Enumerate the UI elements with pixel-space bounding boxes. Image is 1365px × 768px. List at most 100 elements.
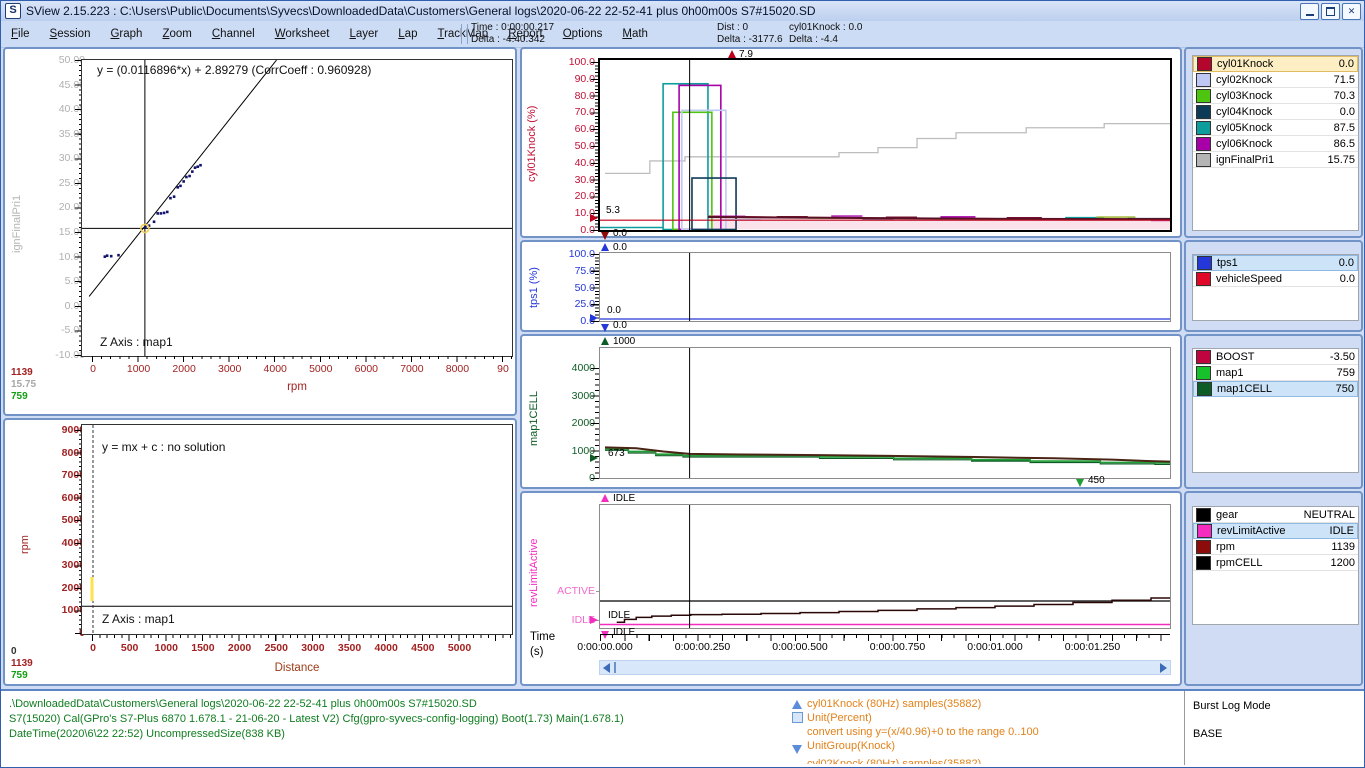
menu-lap[interactable]: Lap (388, 21, 427, 47)
channel-color-swatch (1197, 382, 1212, 396)
distance-plot-area[interactable] (81, 424, 513, 635)
tick-label: 500 (121, 642, 139, 654)
time-scrollbar[interactable] (599, 660, 1171, 675)
min-marker-icon (601, 232, 609, 240)
time-axis-title: Time (530, 631, 555, 643)
legend-row-cyl01Knock[interactable]: cyl01Knock0.0 (1193, 56, 1358, 72)
channel-value: 70.3 (1334, 90, 1355, 102)
legend-row-map1CELL[interactable]: map1CELL750 (1193, 381, 1358, 397)
map-plot-area[interactable] (599, 347, 1171, 479)
tps-y-axis-title: tps1 (%) (528, 258, 540, 318)
knock-plot-area[interactable] (598, 58, 1172, 232)
map-y-ticks: 40003000200010000 (550, 336, 595, 486)
legend-row-cyl05Knock[interactable]: cyl05Knock87.5 (1193, 120, 1358, 136)
legend-row-rpmCELL[interactable]: rpmCELL1200 (1193, 555, 1358, 571)
tick-label: 0:00:01.000 (967, 641, 1022, 653)
channel-name: BOOST (1216, 351, 1330, 363)
tps-chart-panel: 0.0 tps1 (%) 100.075.050.025.00.0 0.0 0.… (520, 240, 1182, 332)
menu-zoom[interactable]: Zoom (152, 21, 201, 47)
close-button[interactable]: ✕ (1342, 3, 1361, 20)
menu-file[interactable]: File (1, 21, 40, 47)
channel-name: map1CELL (1217, 383, 1336, 395)
channel-info-scroll-thumb[interactable] (792, 712, 803, 723)
tps-legend-panel: tps10.0vehicleSpeed0.0 (1184, 240, 1363, 332)
legend-row-tps1[interactable]: tps10.0 (1193, 255, 1358, 271)
knock-legend-panel: cyl01Knock0.0cyl02Knock71.5cyl03Knock70.… (1184, 47, 1363, 238)
menu-channel[interactable]: Channel (202, 21, 265, 47)
tick-label: 5000 (309, 363, 332, 375)
channel-name: cyl01Knock (1217, 58, 1339, 70)
status-divider (1184, 691, 1185, 765)
rev-max-marker-value: IDLE (613, 493, 635, 504)
menu-math[interactable]: Math (612, 21, 658, 47)
channel-info-line: UnitGroup(Knock) (807, 740, 895, 753)
legend-row-vehicleSpeed[interactable]: vehicleSpeed0.0 (1193, 271, 1358, 287)
legend-row-ignFinalPri1[interactable]: ignFinalPri115.75 (1193, 152, 1358, 168)
channel-value: 0.0 (1340, 273, 1355, 285)
distance-x-axis-title: Distance (82, 662, 512, 674)
legend-row-BOOST[interactable]: BOOST-3.50 (1193, 349, 1358, 365)
distance-equation: y = mx + c : no solution (102, 440, 225, 454)
scrollbar-thumb-edge[interactable] (614, 662, 616, 673)
channel-info-scroll-up-icon[interactable] (792, 700, 802, 709)
knock-channel-list: cyl01Knock0.0cyl02Knock71.5cyl03Knock70.… (1192, 55, 1359, 231)
channel-value: 1139 (1331, 541, 1355, 553)
channel-color-swatch (1197, 57, 1212, 71)
menu-graph[interactable]: Graph (100, 21, 152, 47)
distance-panel: rpm 900080007000600050004000300020001000… (3, 418, 517, 686)
channel-info-line-clipped: cyl02Knock (80Hz) samples(35882) (807, 758, 981, 764)
rev-chart-panel: IDLE revLimitActive ACTIVEIDLE IDLE IDLE… (520, 491, 1182, 686)
app-logo-icon: S (5, 3, 21, 19)
channel-color-swatch (1196, 105, 1211, 119)
minimize-icon (1306, 14, 1314, 16)
legend-row-cyl04Knock[interactable]: cyl04Knock0.0 (1193, 104, 1358, 120)
legend-row-rpm[interactable]: rpm1139 (1193, 539, 1358, 555)
scatter-z-axis-label: Z Axis : map1 (100, 335, 173, 349)
tps-min-marker-value: 0.0 (613, 320, 627, 331)
channel-name: cyl02Knock (1216, 74, 1334, 86)
tps-plot-area[interactable] (599, 252, 1171, 322)
minimize-button[interactable] (1300, 3, 1319, 20)
channel-name: cyl05Knock (1216, 122, 1334, 134)
tick-label: 5000 (448, 642, 471, 654)
channel-value: 87.5 (1334, 122, 1355, 134)
legend-row-cyl02Knock[interactable]: cyl02Knock71.5 (1193, 72, 1358, 88)
rev-plot-area[interactable] (599, 504, 1171, 629)
scroll-left-icon[interactable] (603, 663, 610, 673)
title-bar: S SView 2.15.223 : C:\Users\Public\Docum… (1, 1, 1364, 21)
tick-label: 1000 (155, 642, 178, 654)
tick-label: 90 (497, 363, 509, 375)
menu-session[interactable]: Session (40, 21, 101, 47)
channel-color-swatch (1197, 256, 1212, 270)
distance-y-axis-title: rpm (19, 505, 31, 585)
cursor-value-rpm: 1139 (11, 367, 33, 378)
restore-button[interactable] (1321, 3, 1340, 20)
channel-color-swatch (1196, 540, 1211, 554)
menu-worksheet[interactable]: Worksheet (265, 21, 340, 47)
cursor-value-map1: 759 (11, 391, 28, 402)
cursor-value-distance: 0 (11, 646, 17, 657)
channel-color-swatch (1197, 524, 1212, 538)
rev-channel-list: gearNEUTRALrevLimitActiveIDLErpm1139rpmC… (1192, 506, 1359, 625)
cursor-value-map1-2: 759 (11, 670, 28, 681)
channel-name: cyl04Knock (1216, 106, 1340, 118)
map-current-value: 673 (608, 448, 625, 459)
channel-value: 0.0 (1340, 106, 1355, 118)
channel-info-scroll-down-icon[interactable] (792, 745, 802, 754)
channel-value: IDLE (1330, 525, 1354, 537)
legend-row-revLimitActive[interactable]: revLimitActiveIDLE (1193, 523, 1358, 539)
menu-layer[interactable]: Layer (339, 21, 388, 47)
menu-options[interactable]: Options (553, 21, 613, 47)
legend-row-map1[interactable]: map1759 (1193, 365, 1358, 381)
channel-name: vehicleSpeed (1216, 273, 1340, 285)
channel-color-swatch (1196, 272, 1211, 286)
tick-label: 7000 (400, 363, 423, 375)
scatter-plot-area[interactable] (81, 59, 513, 357)
legend-row-cyl06Knock[interactable]: cyl06Knock86.5 (1193, 136, 1358, 152)
tick-label: 8000 (446, 363, 469, 375)
channel-name: ignFinalPri1 (1216, 154, 1327, 166)
legend-row-gear[interactable]: gearNEUTRAL (1193, 507, 1358, 523)
distance-x-ticks: 0500100015002000250030003500400045005000 (5, 642, 519, 656)
scroll-right-icon[interactable] (1160, 663, 1167, 673)
legend-row-cyl03Knock[interactable]: cyl03Knock70.3 (1193, 88, 1358, 104)
